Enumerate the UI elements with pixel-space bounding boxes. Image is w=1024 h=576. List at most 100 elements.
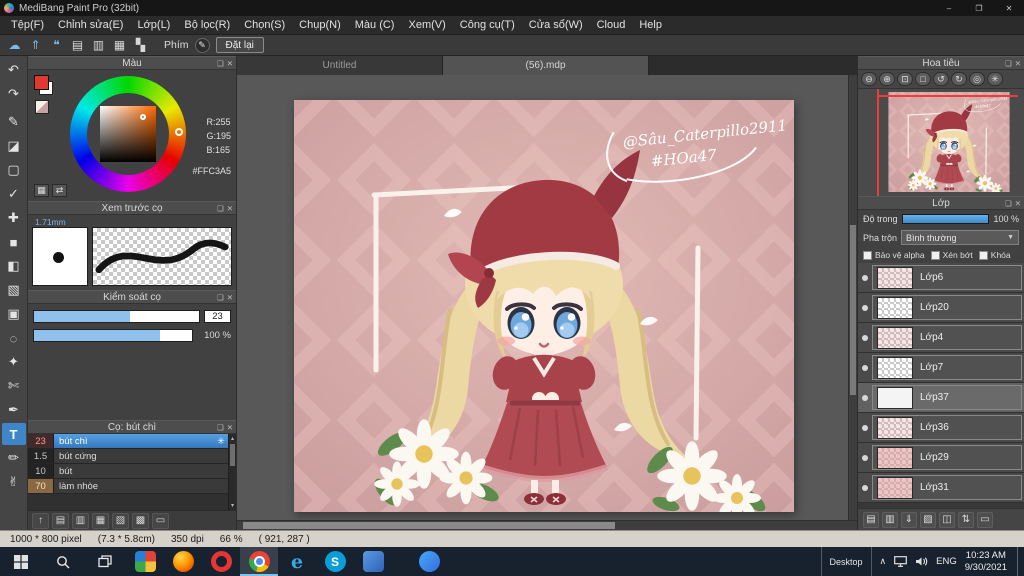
export-icon[interactable]: ▩	[132, 512, 149, 529]
pen-tool-icon[interactable]: ✎	[2, 111, 26, 133]
popout-icon[interactable]: ❏	[1005, 199, 1012, 208]
panel-layout-icon[interactable]: ▚	[131, 37, 150, 54]
lasso-tool-icon[interactable]: ◌	[2, 327, 26, 349]
close-button[interactable]: ✕	[994, 0, 1024, 16]
visibility-dot-icon[interactable]	[862, 484, 868, 491]
lock-checkbox[interactable]: Khóa	[978, 250, 1011, 260]
upload-icon[interactable]: ⇑	[26, 37, 45, 54]
scrollbar-thumb[interactable]	[243, 522, 615, 529]
clipping-checkbox[interactable]: Xén bớt	[930, 250, 973, 260]
popout-icon[interactable]: ❏	[217, 423, 224, 432]
brush-opacity-slider[interactable]	[33, 328, 193, 342]
brush-item-hard-pen[interactable]: 1.5 bút cứng	[28, 449, 228, 464]
duplicate-layer-icon[interactable]: ▥	[882, 511, 898, 528]
copy-doc-icon[interactable]: ▥	[72, 512, 89, 529]
blend-mode-select[interactable]: Bình thường ▼	[901, 230, 1019, 245]
menu-item-view[interactable]: Xem(V)	[401, 19, 452, 31]
menu-item-capture[interactable]: Chụp(N)	[292, 19, 348, 31]
close-icon[interactable]: ✕	[1015, 199, 1021, 208]
visibility-dot-icon[interactable]	[862, 274, 868, 281]
cloud-icon[interactable]: ☁	[5, 37, 24, 54]
desktop-toolbar[interactable]: Desktop	[820, 547, 872, 576]
zoom-in-icon[interactable]: ⊕	[879, 72, 895, 86]
magic-wand-tool-icon[interactable]: ✦	[2, 351, 26, 373]
tab-56-mdp[interactable]: (56).mdp	[443, 56, 649, 75]
saturation-value-square[interactable]	[100, 106, 156, 162]
navigator-thumbnail[interactable]	[858, 89, 1024, 196]
close-icon[interactable]: ✕	[227, 204, 233, 213]
popout-icon[interactable]: ❏	[217, 59, 224, 68]
delete-layer-icon[interactable]: ▭	[977, 511, 993, 528]
scroll-up-icon[interactable]: ▴	[229, 434, 236, 443]
speaker-icon[interactable]	[915, 556, 928, 567]
select-tool-icon[interactable]: ▣	[2, 303, 26, 325]
visibility-dot-icon[interactable]	[862, 394, 868, 401]
layer-row[interactable]: Lớp36	[858, 413, 1024, 443]
reset-brush-icon[interactable]: ✎	[194, 37, 210, 53]
taskbar-firefox[interactable]	[164, 547, 202, 576]
taskbar-opera[interactable]	[202, 547, 240, 576]
gear-icon[interactable]: ✳	[214, 434, 228, 448]
layer-row[interactable]: Lớp20	[858, 293, 1024, 323]
scrollbar-thumb[interactable]	[850, 225, 856, 395]
minimize-button[interactable]: –	[934, 0, 964, 16]
scrollbar-thumb[interactable]	[230, 444, 235, 466]
start-button[interactable]	[0, 547, 42, 576]
brush-size-value[interactable]: 23	[204, 309, 231, 323]
foreground-color-swatch[interactable]	[34, 75, 49, 90]
reset-view-icon[interactable]: ◎	[969, 72, 985, 86]
layer-row[interactable]: Lớp37	[858, 383, 1024, 413]
menu-item-filter[interactable]: Bộ lọc(R)	[177, 19, 237, 31]
menu-item-tools[interactable]: Công cụ(T)	[453, 19, 522, 31]
color-swap-icon[interactable]: ⇄	[52, 184, 67, 197]
taskbar-skype[interactable]: S	[316, 547, 354, 576]
visibility-dot-icon[interactable]	[862, 424, 868, 431]
close-icon[interactable]: ✕	[227, 59, 233, 68]
menu-item-cloud[interactable]: Cloud	[590, 19, 633, 31]
popout-icon[interactable]: ❏	[217, 204, 224, 213]
merge-down-icon[interactable]: ⇓	[901, 511, 917, 528]
bucket-tool-icon[interactable]: ◧	[2, 255, 26, 277]
network-icon[interactable]	[894, 556, 908, 567]
checkbox-icon[interactable]	[930, 250, 940, 260]
trash-icon[interactable]: ▭	[152, 512, 169, 529]
color-wheel[interactable]	[70, 76, 186, 192]
divide-tool-icon[interactable]: ✄	[2, 375, 26, 397]
layer-row[interactable]: Lớp31	[858, 473, 1024, 503]
palette-swatch[interactable]	[35, 100, 49, 114]
visibility-dot-icon[interactable]	[862, 304, 868, 311]
rotate-right-icon[interactable]: ↻	[951, 72, 967, 86]
add-layer-icon[interactable]: ▤	[863, 511, 879, 528]
palette-grid-icon[interactable]: ▦	[34, 184, 49, 197]
eyedropper-tool-icon[interactable]: ✒	[2, 399, 26, 421]
layer-row[interactable]: Lớp4	[858, 323, 1024, 353]
open-canvas-icon[interactable]: ▥	[89, 37, 108, 54]
up-arrow-icon[interactable]: ↑	[32, 512, 49, 529]
new-doc-icon[interactable]: ▤	[52, 512, 69, 529]
horizontal-scrollbar[interactable]	[237, 520, 857, 530]
menu-item-window[interactable]: Cửa sổ(W)	[522, 19, 590, 31]
taskbar-clock[interactable]: 10:23 AM 9/30/2021	[965, 550, 1009, 574]
canvas-viewport[interactable]	[237, 75, 857, 520]
pencil-tool-icon[interactable]: ✏	[2, 447, 26, 469]
folder-icon[interactable]: ▧	[112, 512, 129, 529]
reorder-icon[interactable]: ⇅	[958, 511, 974, 528]
taskbar-paint-app[interactable]	[240, 547, 278, 576]
menu-item-help[interactable]: Help	[632, 19, 669, 31]
maximize-button[interactable]: ❐	[964, 0, 994, 16]
show-desktop-button[interactable]	[1017, 547, 1022, 576]
menu-item-layer[interactable]: Lớp(L)	[130, 19, 177, 31]
rotate-left-icon[interactable]: ↺	[933, 72, 949, 86]
clipping-icon[interactable]: ◫	[939, 511, 955, 528]
visibility-dot-icon[interactable]	[862, 334, 868, 341]
zoom-actual-icon[interactable]: □	[915, 72, 931, 86]
visibility-dot-icon[interactable]	[862, 454, 868, 461]
vertical-scrollbar[interactable]	[848, 75, 857, 520]
alpha-protect-checkbox[interactable]: Bảo vệ alpha	[863, 250, 925, 260]
text-tool-icon[interactable]: T	[1, 423, 26, 445]
reset-button[interactable]: Đặt lại	[215, 37, 264, 53]
gradient-tool-icon[interactable]: ▧	[2, 279, 26, 301]
grid-icon[interactable]: ▦	[110, 37, 129, 54]
layer-folder-icon[interactable]: ▨	[920, 511, 936, 528]
visibility-dot-icon[interactable]	[862, 364, 868, 371]
